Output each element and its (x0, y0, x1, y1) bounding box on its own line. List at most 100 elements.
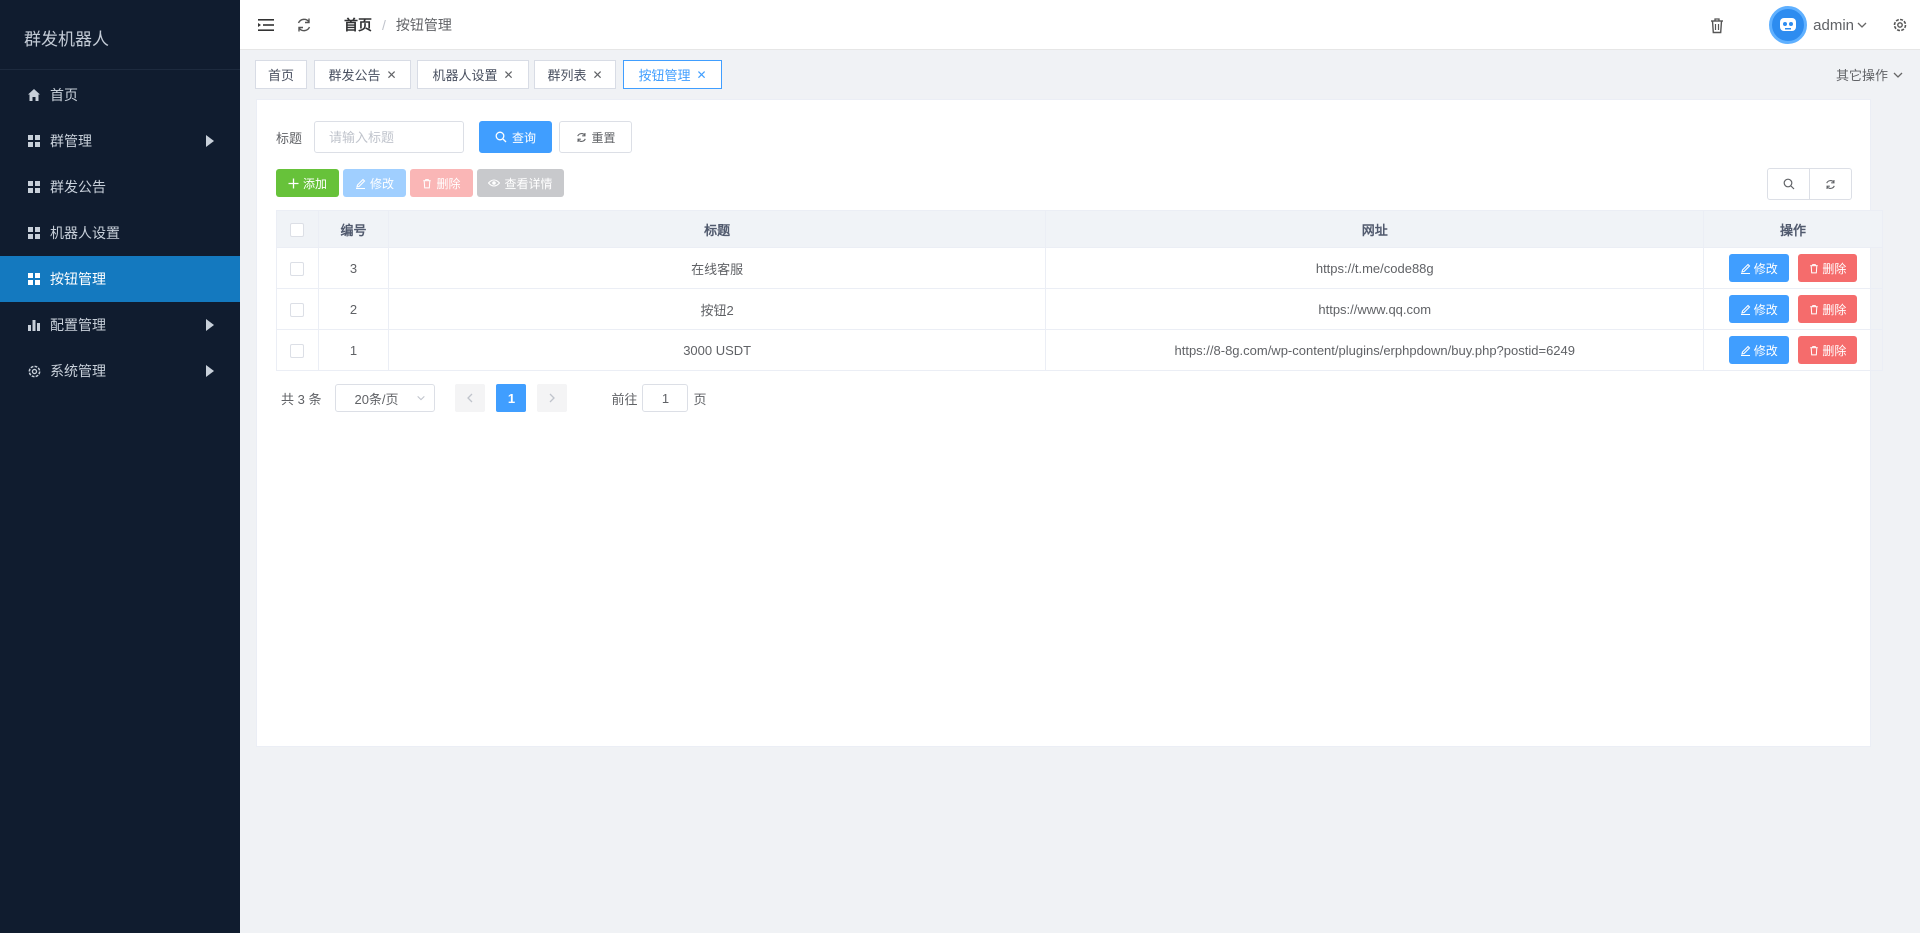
header-ops: 操作 (1703, 210, 1883, 248)
select-all-checkbox[interactable] (290, 222, 305, 237)
row-delete-button[interactable]: 删除 (1798, 254, 1858, 282)
eye-icon (488, 178, 501, 188)
next-page-button[interactable] (537, 384, 568, 412)
header-id: 编号 (318, 210, 389, 248)
trash-icon[interactable] (1705, 13, 1729, 37)
trash-icon (1809, 263, 1819, 274)
table-header-row: 编号 标题 网址 操作 (276, 210, 1883, 248)
main-content: 标题 查询 重置 添加 修改 (256, 99, 1883, 747)
plus-icon (288, 178, 299, 189)
refresh-icon[interactable] (292, 13, 316, 37)
cell-url: https://www.qq.com (1045, 288, 1705, 330)
sidebar-menu: 首页 群管理 群发公告 机器人设置 按钮管理 配置管理 系统管理 (0, 72, 240, 394)
search-title-label: 标题 (276, 130, 303, 146)
edit-icon (1740, 345, 1751, 356)
breadcrumb-separator: / (382, 16, 386, 33)
row-delete-button[interactable]: 删除 (1798, 336, 1858, 364)
row-checkbox[interactable] (290, 302, 305, 317)
grid-icon (26, 225, 42, 241)
sidebar-item-label: 系统管理 (50, 363, 106, 379)
view-detail-button[interactable]: 查看详情 (477, 169, 564, 197)
table-row: 1 3000 USDT https://8-8g.com/wp-content/… (276, 329, 1883, 371)
row-edit-button[interactable]: 修改 (1728, 336, 1789, 364)
chevron-down-icon (1893, 72, 1903, 78)
query-button-label: 查询 (512, 130, 537, 145)
sidebar-item-group-management[interactable]: 群管理 (0, 118, 240, 164)
add-button[interactable]: 添加 (276, 169, 339, 197)
page-number-current[interactable]: 1 (496, 384, 527, 412)
goto-suffix: 页 (693, 391, 707, 407)
sidebar-item-bot-settings[interactable]: 机器人设置 (0, 210, 240, 256)
table-row: 3 在线客服 https://t.me/code88g 修改 删除 (276, 247, 1883, 289)
sidebar-item-button-management[interactable]: 按钮管理 (0, 256, 240, 302)
sidebar-item-system-management[interactable]: 系统管理 (0, 348, 240, 394)
row-edit-button[interactable]: 修改 (1728, 254, 1789, 282)
reset-button[interactable]: 重置 (559, 121, 633, 153)
row-select-cell (276, 329, 319, 371)
row-delete-label: 删除 (1822, 261, 1847, 276)
sidebar-item-home[interactable]: 首页 (0, 72, 240, 118)
goto-prefix: 前往 (611, 391, 638, 407)
page-size-select[interactable]: 20条/页 (335, 384, 436, 412)
user-menu[interactable]: admin (1813, 17, 1868, 34)
caret-right-icon (206, 135, 214, 147)
tag-bot-settings[interactable]: 机器人设置 ✕ (417, 60, 529, 89)
sidebar-item-label: 配置管理 (50, 317, 106, 333)
search-title-input[interactable] (314, 121, 465, 153)
tag-home[interactable]: 首页 (255, 60, 307, 89)
toggle-search-button[interactable] (1767, 168, 1810, 200)
query-button[interactable]: 查询 (479, 121, 553, 153)
row-edit-label: 修改 (1753, 343, 1778, 358)
tag-group-list[interactable]: 群列表 ✕ (534, 60, 616, 89)
username: admin (1813, 16, 1854, 34)
close-icon[interactable]: ✕ (592, 68, 602, 82)
cell-id: 2 (318, 288, 389, 330)
breadcrumb-current: 按钮管理 (395, 16, 452, 33)
goto-page-input[interactable] (642, 384, 689, 412)
goto-page: 前往 页 (611, 384, 707, 412)
settings-gear-icon[interactable] (1888, 13, 1912, 37)
row-checkbox[interactable] (290, 261, 305, 276)
header-select-all (276, 210, 319, 248)
pagination-total: 共 3 条 (281, 391, 322, 407)
cell-ops: 修改 删除 (1703, 329, 1883, 371)
row-select-cell (276, 288, 319, 330)
refresh-icon (1826, 179, 1835, 189)
other-operations-dropdown[interactable]: 其它操作 (1836, 65, 1904, 84)
row-delete-button[interactable]: 删除 (1798, 295, 1858, 323)
sidebar-item-label: 群管理 (50, 133, 92, 149)
sidebar-item-announcements[interactable]: 群发公告 (0, 164, 240, 210)
cell-ops: 修改 删除 (1703, 288, 1883, 330)
delete-button[interactable]: 删除 (410, 169, 473, 197)
refresh-table-button[interactable] (1809, 168, 1852, 200)
sidebar-item-label: 首页 (50, 87, 78, 103)
row-checkbox[interactable] (290, 343, 305, 358)
row-edit-label: 修改 (1753, 302, 1778, 317)
cell-title: 3000 USDT (388, 329, 1047, 371)
close-icon[interactable]: ✕ (696, 68, 706, 82)
breadcrumb-home[interactable]: 首页 (344, 15, 372, 35)
close-icon[interactable]: ✕ (386, 68, 396, 82)
search-icon (495, 131, 507, 143)
sidebar-item-config-management[interactable]: 配置管理 (0, 302, 240, 348)
table-toolbar: 添加 修改 删除 查看详情 (276, 169, 568, 197)
tag-button-management[interactable]: 按钮管理 ✕ (623, 60, 722, 89)
search-icon (1783, 178, 1794, 190)
menu-fold-icon[interactable] (254, 13, 278, 37)
edit-icon (1740, 263, 1751, 274)
tag-announcements[interactable]: 群发公告 ✕ (314, 60, 411, 89)
trash-icon (1809, 304, 1819, 315)
button-table: 编号 标题 网址 操作 3 在线客服 https://t.me/code88g … (276, 210, 1883, 371)
close-icon[interactable]: ✕ (503, 68, 513, 82)
row-edit-button[interactable]: 修改 (1728, 295, 1789, 323)
sidebar-item-label: 按钮管理 (50, 271, 106, 287)
caret-right-icon (206, 365, 214, 377)
app-title: 群发机器人 (0, 0, 240, 70)
avatar[interactable] (1769, 6, 1808, 44)
chevron-left-icon (467, 393, 473, 403)
cell-id: 1 (318, 329, 389, 371)
cell-title: 在线客服 (388, 247, 1047, 289)
edit-button[interactable]: 修改 (343, 169, 406, 197)
grid-icon (26, 271, 42, 287)
prev-page-button[interactable] (455, 384, 486, 412)
